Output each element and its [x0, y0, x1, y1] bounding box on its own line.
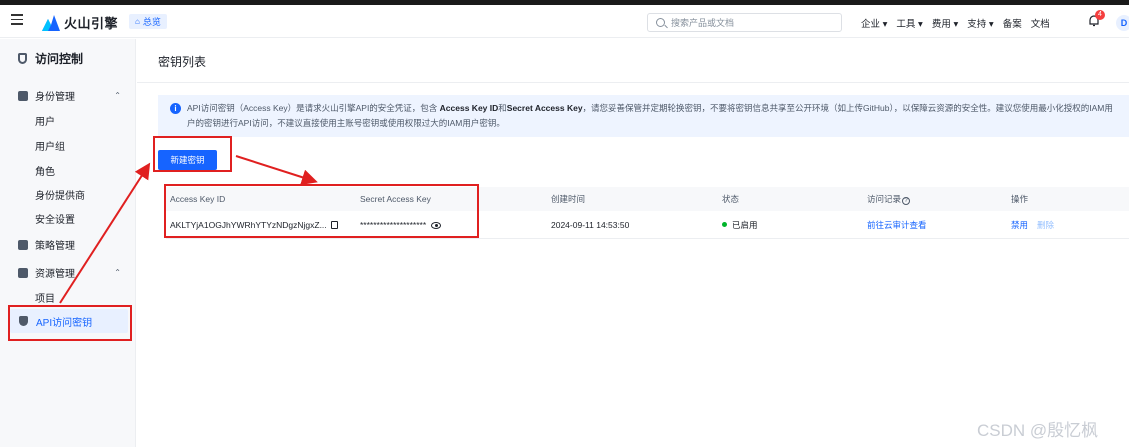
- home-icon: ⌂: [135, 17, 140, 26]
- nav-billing[interactable]: 费用 ▾: [932, 16, 958, 30]
- sidebar: 访问控制 身份管理 ⌃ 用户 用户组 角色 身份提供商 安全设置 策略管理 资源…: [0, 39, 136, 447]
- info-notice: i API访问密钥（Access Key）是请求火山引擎API的安全凭证，包含 …: [158, 95, 1129, 137]
- page-title: 密钥列表: [158, 55, 207, 69]
- key-shield-icon: [19, 316, 28, 326]
- sidebar-title: 访问控制: [18, 50, 83, 67]
- key-table: Access Key ID Secret Access Key 创建时间 状态 …: [166, 187, 1129, 239]
- volcengine-logo[interactable]: 火山引擎: [42, 13, 118, 32]
- sidebar-item-api-access-key[interactable]: API访问密钥: [10, 309, 128, 333]
- nav-support[interactable]: 支持 ▾: [967, 16, 993, 30]
- access-key-id-value: AKLTYjA1OGJhYWRhYTYzNDgzNjgxZ...: [170, 219, 327, 230]
- table-header: Access Key ID Secret Access Key 创建时间 状态 …: [166, 187, 1129, 211]
- sidebar-item-projects[interactable]: 项目: [35, 290, 55, 305]
- sidebar-group-identity[interactable]: 身份管理 ⌃: [18, 88, 123, 103]
- nav-enterprise[interactable]: 企业 ▾: [861, 16, 887, 30]
- copy-icon[interactable]: [330, 220, 338, 229]
- sidebar-item-security-settings[interactable]: 安全设置: [35, 211, 75, 226]
- chevron-up-icon: ⌃: [114, 91, 121, 100]
- title-divider: [137, 82, 1129, 83]
- sidebar-item-identity-providers[interactable]: 身份提供商: [35, 187, 85, 202]
- eye-icon[interactable]: [431, 221, 442, 229]
- layers-icon: [18, 239, 28, 250]
- status-badge: 已启用: [722, 219, 758, 231]
- sidebar-group-policy[interactable]: 策略管理: [18, 237, 123, 252]
- actions-cell: 禁用 删除: [1011, 219, 1054, 231]
- notice-and: 和: [498, 103, 507, 113]
- sidebar-group-resource-label: 资源管理: [35, 269, 75, 280]
- sidebar-item-roles[interactable]: 角色: [35, 163, 55, 178]
- nav-docs[interactable]: 文档: [1031, 16, 1050, 30]
- notice-text-1: API访问密钥（Access Key）是请求火山引擎API的安全凭证，包含: [187, 103, 440, 113]
- folder-icon: [18, 267, 28, 278]
- help-icon[interactable]: ?: [902, 197, 911, 205]
- main-content: 密钥列表 i API访问密钥（Access Key）是请求火山引擎API的安全凭…: [137, 39, 1129, 447]
- csdn-watermark: CSDN @殷忆枫: [977, 421, 1099, 440]
- audit-log-link[interactable]: 前往云审计查看: [867, 219, 927, 231]
- hamburger-menu-icon[interactable]: [11, 14, 23, 25]
- nav-filing[interactable]: 备案: [1003, 16, 1022, 30]
- sidebar-item-users[interactable]: 用户: [35, 113, 55, 128]
- search-placeholder: 搜索产品或文档: [671, 18, 735, 28]
- sidebar-item-api-access-key-label: API访问密钥: [36, 317, 93, 329]
- chevron-up-icon: ⌃: [114, 268, 121, 277]
- disable-link[interactable]: 禁用: [1011, 220, 1028, 230]
- secret-cell: ********************: [360, 219, 442, 230]
- access-key-id-cell: AKLTYjA1OGJhYWRhYTYzNDgzNjgxZ...: [170, 220, 338, 230]
- top-navigation: 火山引擎 ⌂ 总览 搜索产品或文档 企业 ▾ 工具 ▾ 费用 ▾ 支持 ▾ 备案…: [0, 5, 1129, 38]
- notification-badge: 4: [1095, 10, 1105, 20]
- search-icon: [656, 18, 665, 27]
- sidebar-title-label: 访问控制: [35, 52, 84, 66]
- delete-link[interactable]: 删除: [1037, 220, 1054, 230]
- overview-label: 总览: [142, 17, 161, 27]
- created-time-cell: 2024-09-11 14:53:50: [551, 219, 630, 230]
- status-dot-icon: [722, 221, 727, 227]
- volcano-logo-icon: [42, 14, 60, 31]
- sidebar-group-policy-label: 策略管理: [35, 241, 75, 252]
- table-row: AKLTYjA1OGJhYWRhYTYzNDgzNjgxZ... *******…: [166, 211, 1129, 239]
- notice-bold-secret-access-key: Secret Access Key: [506, 103, 583, 113]
- info-icon: i: [170, 103, 181, 114]
- overview-chip[interactable]: ⌂ 总览: [129, 14, 167, 29]
- id-card-icon: [18, 90, 28, 101]
- shield-icon: [18, 53, 27, 64]
- top-nav-menu: 企业 ▾ 工具 ▾ 费用 ▾ 支持 ▾ 备案 文档: [861, 16, 1059, 30]
- search-input[interactable]: 搜索产品或文档: [647, 13, 842, 32]
- col-status: 状态: [722, 194, 740, 204]
- notice-bold-access-key-id: Access Key ID: [439, 103, 499, 113]
- col-access-key-id: Access Key ID: [170, 194, 226, 204]
- status-label: 已启用: [732, 219, 758, 230]
- col-secret-access-key: Secret Access Key: [360, 194, 431, 204]
- user-avatar[interactable]: D: [1116, 15, 1129, 31]
- col-actions: 操作: [1011, 194, 1029, 204]
- col-created-time: 创建时间: [551, 194, 586, 204]
- create-key-button[interactable]: 新建密钥: [158, 150, 217, 170]
- col-access-record: 访问记录?: [867, 193, 911, 205]
- col-access-record-label: 访问记录: [867, 194, 902, 204]
- nav-tools[interactable]: 工具 ▾: [896, 16, 922, 30]
- sidebar-group-identity-label: 身份管理: [35, 92, 75, 103]
- sidebar-group-resource[interactable]: 资源管理 ⌃: [18, 265, 123, 280]
- sidebar-item-user-groups[interactable]: 用户组: [35, 138, 65, 153]
- brand-name: 火山引擎: [64, 16, 119, 31]
- notification-bell-icon[interactable]: 4: [1088, 10, 1105, 27]
- secret-value: ********************: [360, 219, 427, 230]
